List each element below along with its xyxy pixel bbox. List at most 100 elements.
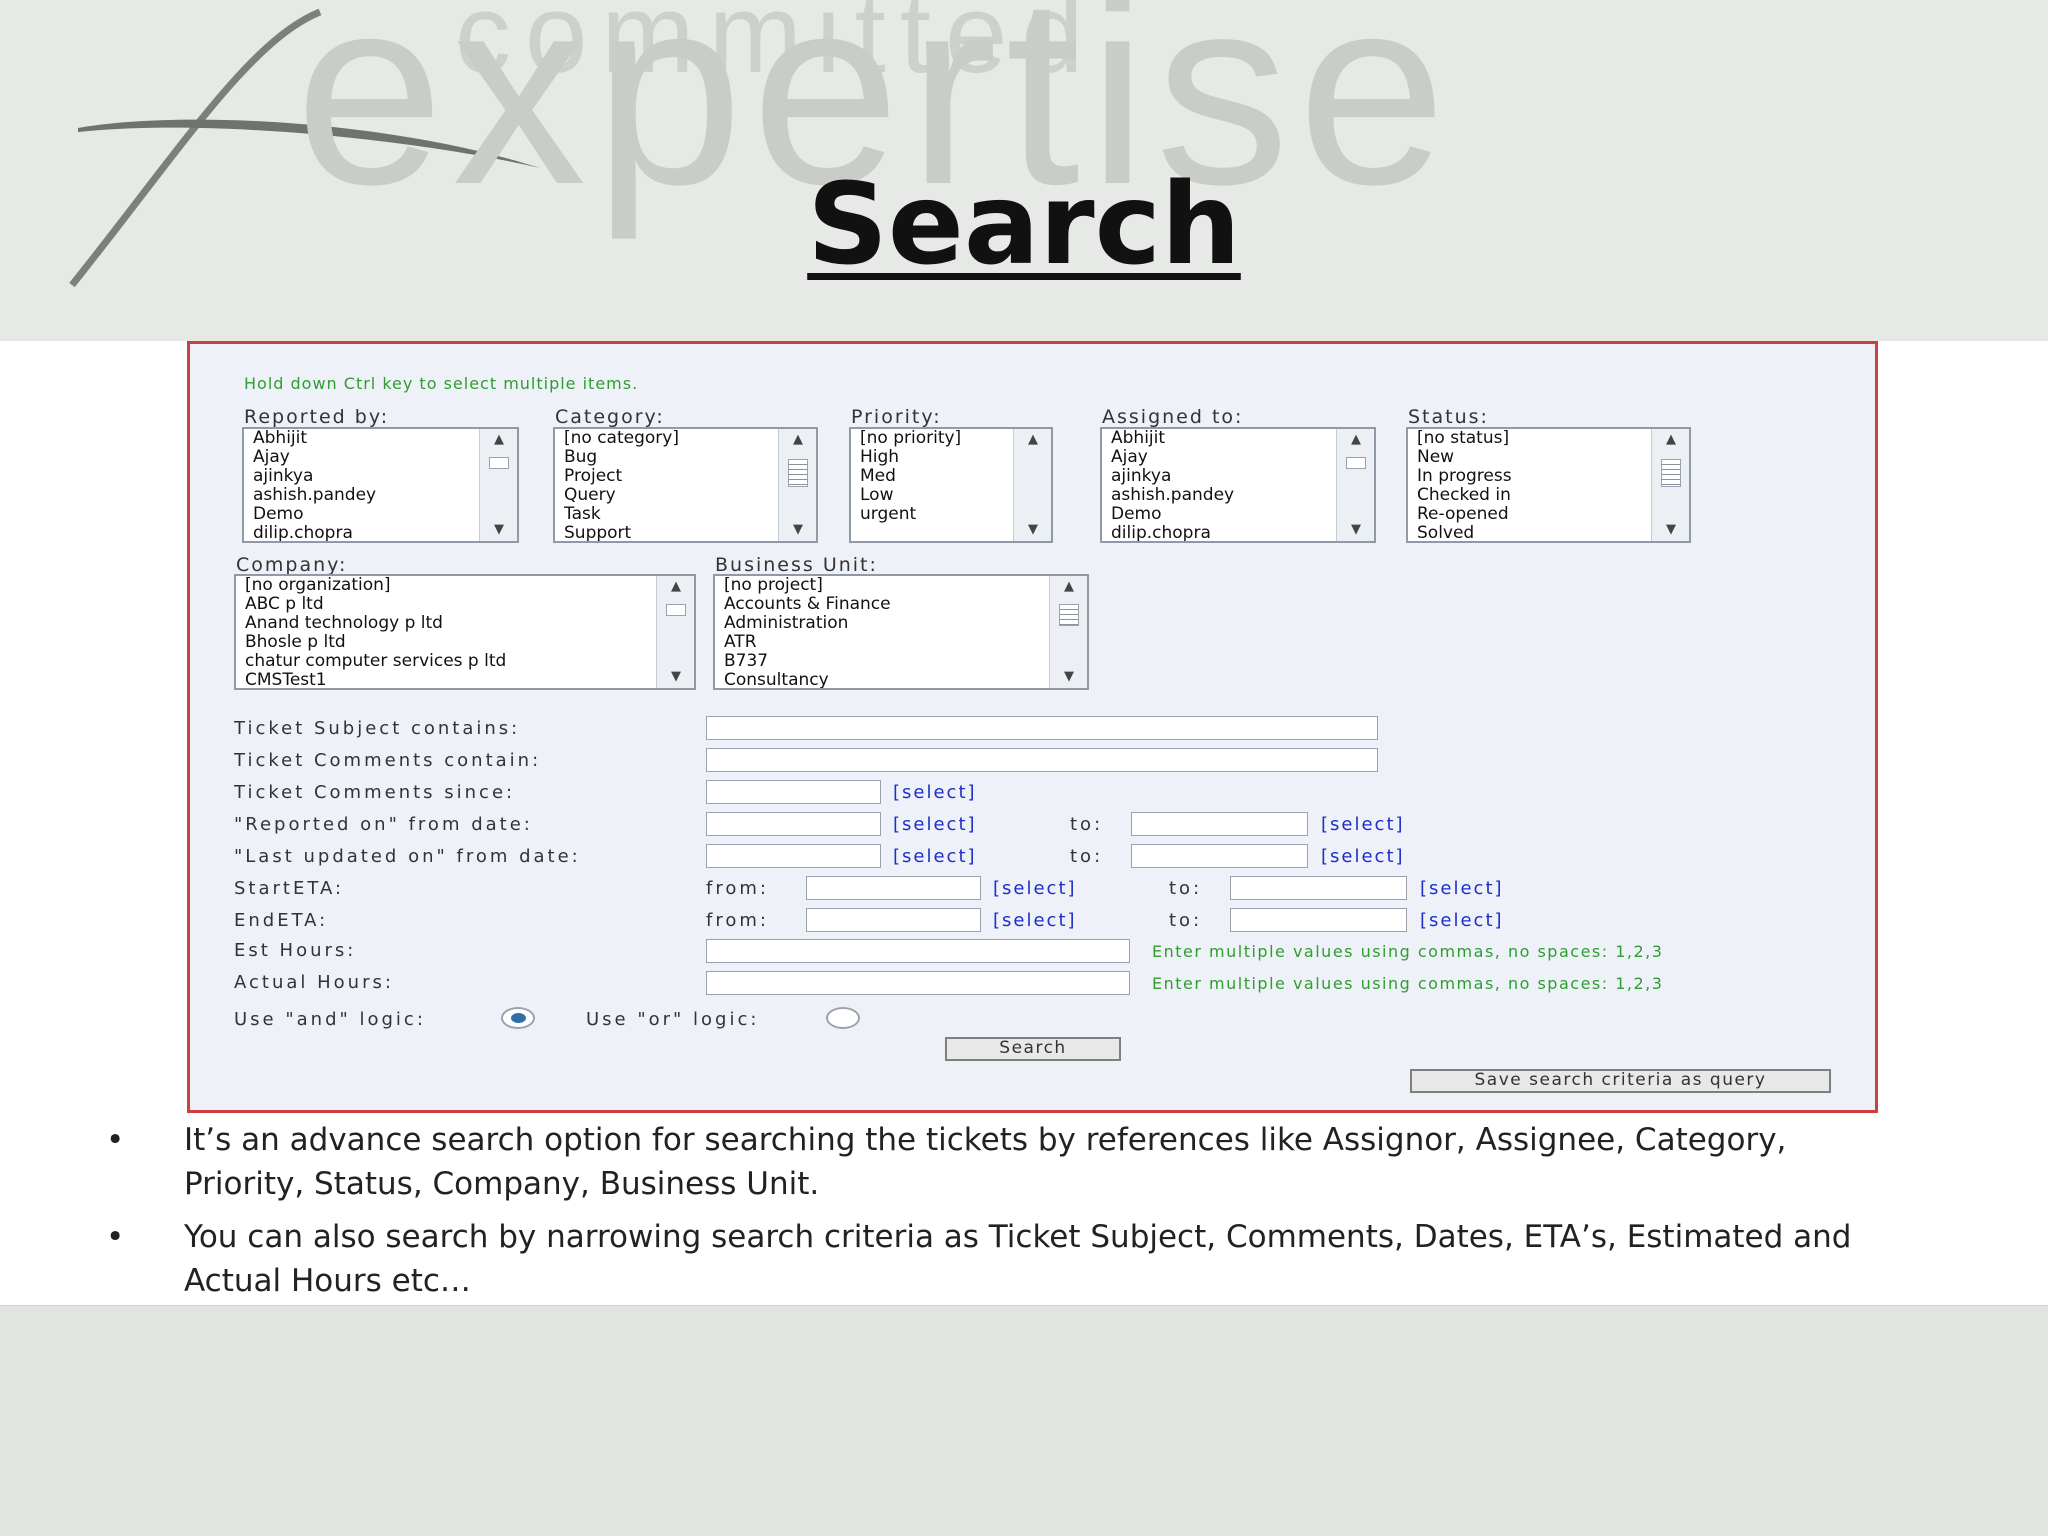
list-option[interactable]: [no status]: [1417, 429, 1645, 448]
priority-listbox[interactable]: [no priority] High Med Low urgent ▲ ▼: [849, 427, 1053, 543]
list-option[interactable]: Bhosle p ltd: [245, 633, 650, 652]
scroll-down-icon[interactable]: ▼: [480, 523, 517, 537]
list-option[interactable]: [no priority]: [860, 429, 1007, 448]
company-scrollbar[interactable]: ▲ ▼: [656, 576, 694, 688]
list-option[interactable]: ajinkya: [1111, 467, 1330, 486]
or-logic-radio[interactable]: [826, 1007, 860, 1029]
start-eta-from-input[interactable]: [806, 876, 981, 900]
list-option[interactable]: Project: [564, 467, 772, 486]
list-option[interactable]: [no category]: [564, 429, 772, 448]
list-option[interactable]: Checked in: [1417, 486, 1645, 505]
list-option[interactable]: CMSTest1: [245, 671, 650, 689]
comments-since-input[interactable]: [706, 780, 881, 804]
status-scrollbar[interactable]: ▲ ▼: [1651, 429, 1689, 541]
category-listbox[interactable]: [no category] Bug Project Query Task Support …: [553, 427, 818, 543]
scroll-up-icon[interactable]: ▲: [1050, 580, 1087, 594]
reported-on-to-select-link[interactable]: [select]: [1321, 814, 1405, 835]
end-eta-to-input[interactable]: [1230, 908, 1407, 932]
list-option[interactable]: ashish.pandey: [253, 486, 473, 505]
scroll-up-icon[interactable]: ▲: [1652, 433, 1689, 447]
last-updated-to-input[interactable]: [1131, 844, 1308, 868]
save-query-button[interactable]: Save search criteria as query: [1410, 1069, 1831, 1093]
actual-hours-input[interactable]: [706, 971, 1130, 995]
scroll-thumb[interactable]: [489, 457, 509, 469]
reported-by-scrollbar[interactable]: ▲ ▼: [479, 429, 517, 541]
start-eta-to-input[interactable]: [1230, 876, 1407, 900]
list-option[interactable]: Ajay: [253, 448, 473, 467]
scroll-down-icon[interactable]: ▼: [1652, 523, 1689, 537]
list-option[interactable]: dilip.chopra: [1111, 524, 1330, 542]
category-scrollbar[interactable]: ▲ ▼: [778, 429, 816, 541]
list-option[interactable]: Ajay: [1111, 448, 1330, 467]
list-option[interactable]: Med: [860, 467, 1007, 486]
scroll-down-icon[interactable]: ▼: [1337, 523, 1374, 537]
scroll-up-icon[interactable]: ▲: [657, 580, 694, 594]
scroll-up-icon[interactable]: ▲: [1014, 433, 1051, 447]
end-eta-to-select-link[interactable]: [select]: [1420, 910, 1504, 931]
list-option[interactable]: ajinkya: [253, 467, 473, 486]
list-option[interactable]: Task: [564, 505, 772, 524]
list-option[interactable]: Consultancy: [724, 671, 1043, 689]
list-option[interactable]: ABC p ltd: [245, 595, 650, 614]
reported-on-from-input[interactable]: [706, 812, 881, 836]
list-option[interactable]: Demo: [253, 505, 473, 524]
reported-on-to-input[interactable]: [1131, 812, 1308, 836]
list-option[interactable]: Demo: [1111, 505, 1330, 524]
scroll-down-icon[interactable]: ▼: [657, 670, 694, 684]
list-option[interactable]: Administration: [724, 614, 1043, 633]
list-option[interactable]: Abhijit: [1111, 429, 1330, 448]
and-logic-radio[interactable]: [501, 1007, 535, 1029]
scroll-thumb[interactable]: [788, 459, 808, 487]
list-option[interactable]: dilip.chopra: [253, 524, 473, 542]
business-unit-scrollbar[interactable]: ▲ ▼: [1049, 576, 1087, 688]
list-option[interactable]: Support: [564, 524, 772, 542]
ticket-subject-input[interactable]: [706, 716, 1378, 740]
list-option[interactable]: Abhijit: [253, 429, 473, 448]
list-option[interactable]: urgent: [860, 505, 1007, 524]
assigned-to-listbox[interactable]: Abhijit Ajay ajinkya ashish.pandey Demo dilip…: [1100, 427, 1376, 543]
list-option[interactable]: Low: [860, 486, 1007, 505]
list-option[interactable]: ATR: [724, 633, 1043, 652]
list-option[interactable]: ashish.pandey: [1111, 486, 1330, 505]
reported-on-from-select-link[interactable]: [select]: [893, 814, 977, 835]
scroll-down-icon[interactable]: ▼: [1014, 523, 1051, 537]
status-listbox[interactable]: [no status] New In progress Checked in Re-op…: [1406, 427, 1691, 543]
list-option[interactable]: Solved: [1417, 524, 1645, 542]
last-updated-to-select-link[interactable]: [select]: [1321, 846, 1405, 867]
scroll-thumb[interactable]: [1059, 604, 1079, 626]
scroll-up-icon[interactable]: ▲: [1337, 433, 1374, 447]
last-updated-from-input[interactable]: [706, 844, 881, 868]
end-eta-from-select-link[interactable]: [select]: [993, 910, 1077, 931]
scroll-thumb[interactable]: [1661, 459, 1681, 487]
list-option[interactable]: Re-opened: [1417, 505, 1645, 524]
business-unit-listbox[interactable]: [no project] Accounts & Finance Administra…: [713, 574, 1089, 690]
list-option[interactable]: B737: [724, 652, 1043, 671]
list-option[interactable]: [no organization]: [245, 576, 650, 595]
list-option[interactable]: High: [860, 448, 1007, 467]
scroll-thumb[interactable]: [666, 604, 686, 616]
scroll-thumb[interactable]: [1346, 457, 1366, 469]
end-eta-from-input[interactable]: [806, 908, 981, 932]
list-option[interactable]: In progress: [1417, 467, 1645, 486]
list-option[interactable]: [no project]: [724, 576, 1043, 595]
list-option[interactable]: chatur computer services p ltd: [245, 652, 650, 671]
start-eta-to-select-link[interactable]: [select]: [1420, 878, 1504, 899]
scroll-down-icon[interactable]: ▼: [1050, 670, 1087, 684]
comments-since-select-link[interactable]: [select]: [893, 782, 977, 803]
search-button[interactable]: Search: [945, 1037, 1121, 1061]
list-option[interactable]: Bug: [564, 448, 772, 467]
reported-by-listbox[interactable]: Abhijit Ajay ajinkya ashish.pandey Demo dilip…: [242, 427, 519, 543]
ticket-comments-input[interactable]: [706, 748, 1378, 772]
list-option[interactable]: Query: [564, 486, 772, 505]
assigned-to-scrollbar[interactable]: ▲ ▼: [1336, 429, 1374, 541]
list-option[interactable]: Anand technology p ltd: [245, 614, 650, 633]
company-listbox[interactable]: [no organization] ABC p ltd Anand technolo…: [234, 574, 696, 690]
list-option[interactable]: Accounts & Finance: [724, 595, 1043, 614]
start-eta-from-select-link[interactable]: [select]: [993, 878, 1077, 899]
priority-scrollbar[interactable]: ▲ ▼: [1013, 429, 1051, 541]
scroll-up-icon[interactable]: ▲: [779, 433, 816, 447]
last-updated-from-select-link[interactable]: [select]: [893, 846, 977, 867]
scroll-up-icon[interactable]: ▲: [480, 433, 517, 447]
scroll-down-icon[interactable]: ▼: [779, 523, 816, 537]
list-option[interactable]: New: [1417, 448, 1645, 467]
